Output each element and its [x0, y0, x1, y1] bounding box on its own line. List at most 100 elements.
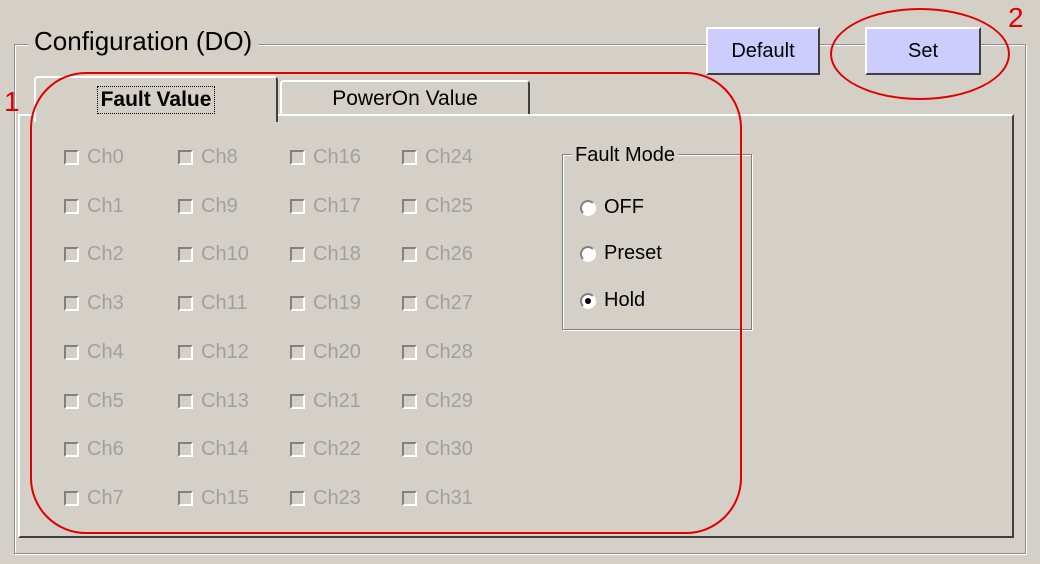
- channel-checkbox-ch19[interactable]: Ch19: [290, 292, 361, 314]
- channel-checkbox-ch31[interactable]: Ch31: [402, 487, 473, 509]
- checkbox-icon: [402, 490, 417, 506]
- checkbox-icon: [64, 295, 79, 311]
- channel-checkbox-ch28[interactable]: Ch28: [402, 341, 473, 363]
- channel-label: Ch17: [313, 194, 361, 217]
- checkbox-icon: [290, 149, 305, 165]
- channel-checkbox-ch11[interactable]: Ch11: [178, 292, 247, 314]
- channel-label: Ch16: [313, 145, 361, 168]
- channel-checkbox-ch6[interactable]: Ch6: [64, 438, 124, 460]
- channel-label: Ch5: [87, 389, 124, 412]
- radio-off[interactable]: OFF: [580, 196, 644, 219]
- channel-label: Ch7: [87, 486, 124, 509]
- checkbox-icon: [402, 295, 417, 311]
- checkbox-icon: [64, 246, 79, 262]
- fault-mode-title: Fault Mode: [572, 144, 679, 167]
- channel-label: Ch25: [425, 194, 473, 217]
- channel-label: Ch3: [87, 291, 124, 314]
- channel-label: Ch21: [313, 389, 361, 412]
- checkbox-icon: [402, 246, 417, 262]
- channel-label: Ch29: [425, 389, 473, 412]
- checkbox-icon: [64, 490, 79, 506]
- channel-checkbox-ch20[interactable]: Ch20: [290, 341, 361, 363]
- channel-label: Ch14: [201, 437, 249, 460]
- annotation-number-2: 2: [1008, 2, 1024, 33]
- channel-label: Ch22: [313, 437, 361, 460]
- channel-label: Ch12: [201, 340, 249, 363]
- channel-checkbox-ch26[interactable]: Ch26: [402, 243, 473, 265]
- channel-label: Ch8: [201, 145, 238, 168]
- channel-label: Ch20: [313, 340, 361, 363]
- checkbox-icon: [290, 295, 305, 311]
- checkbox-icon: [178, 393, 193, 409]
- checkbox-icon: [290, 246, 305, 262]
- tab-label: PowerOn Value: [332, 87, 478, 110]
- channel-label: Ch31: [425, 486, 473, 509]
- checkbox-icon: [64, 441, 79, 457]
- tab-fault-value[interactable]: Fault Value: [34, 76, 278, 122]
- set-button[interactable]: Set: [865, 27, 981, 75]
- channel-checkbox-ch2[interactable]: Ch2: [64, 243, 124, 265]
- channel-label: Ch6: [87, 437, 124, 460]
- annotation-number-1: 1: [4, 86, 20, 117]
- channel-label: Ch4: [87, 340, 124, 363]
- channel-checkbox-ch3[interactable]: Ch3: [64, 292, 124, 314]
- checkbox-icon: [290, 490, 305, 506]
- channel-label: Ch19: [313, 291, 361, 314]
- radio-hold[interactable]: Hold: [580, 289, 645, 312]
- checkbox-icon: [290, 393, 305, 409]
- channel-checkbox-ch18[interactable]: Ch18: [290, 243, 361, 265]
- checkbox-icon: [178, 246, 193, 262]
- checkbox-icon: [402, 344, 417, 360]
- channel-checkbox-ch30[interactable]: Ch30: [402, 438, 473, 460]
- channel-checkbox-ch27[interactable]: Ch27: [402, 292, 473, 314]
- channel-checkbox-ch4[interactable]: Ch4: [64, 341, 124, 363]
- checkbox-icon: [64, 393, 79, 409]
- channel-label: Ch26: [425, 242, 473, 265]
- tab-poweron-value[interactable]: PowerOn Value: [280, 80, 530, 116]
- channel-checkbox-ch21[interactable]: Ch21: [290, 390, 361, 412]
- channel-label: Ch13: [201, 389, 249, 412]
- radio-label: Preset: [604, 242, 662, 264]
- checkbox-icon: [178, 198, 193, 214]
- checkbox-icon: [178, 295, 193, 311]
- channel-checkbox-ch12[interactable]: Ch12: [178, 341, 249, 363]
- channel-label: Ch9: [201, 194, 238, 217]
- channel-checkbox-ch9[interactable]: Ch9: [178, 195, 238, 217]
- channel-label: Ch18: [313, 242, 361, 265]
- channel-checkbox-ch8[interactable]: Ch8: [178, 146, 238, 168]
- channel-checkbox-ch10[interactable]: Ch10: [178, 243, 249, 265]
- channel-checkbox-ch14[interactable]: Ch14: [178, 438, 249, 460]
- channel-label: Ch27: [425, 291, 473, 314]
- channel-checkbox-ch29[interactable]: Ch29: [402, 390, 473, 412]
- channel-checkbox-ch23[interactable]: Ch23: [290, 487, 361, 509]
- checkbox-icon: [178, 344, 193, 360]
- checkbox-icon: [402, 149, 417, 165]
- channel-label: Ch0: [87, 145, 124, 168]
- channel-checkbox-ch7[interactable]: Ch7: [64, 487, 124, 509]
- channel-checkbox-ch17[interactable]: Ch17: [290, 195, 361, 217]
- channel-label: Ch24: [425, 145, 473, 168]
- channel-checkbox-ch13[interactable]: Ch13: [178, 390, 249, 412]
- default-button[interactable]: Default: [706, 27, 820, 75]
- channel-checkbox-ch25[interactable]: Ch25: [402, 195, 473, 217]
- channel-checkbox-ch0[interactable]: Ch0: [64, 146, 124, 168]
- checkbox-icon: [402, 441, 417, 457]
- checkbox-icon: [178, 441, 193, 457]
- channel-checkbox-ch16[interactable]: Ch16: [290, 146, 361, 168]
- channel-label: Ch30: [425, 437, 473, 460]
- channel-label: Ch2: [87, 242, 124, 265]
- channel-checkbox-ch15[interactable]: Ch15: [178, 487, 249, 509]
- fault-value-tab-page: [18, 114, 1014, 538]
- checkbox-icon: [402, 393, 417, 409]
- radio-button-icon: [580, 199, 596, 216]
- groupbox-title: Configuration (DO): [28, 26, 259, 57]
- checkbox-icon: [290, 198, 305, 214]
- radio-preset[interactable]: Preset: [580, 242, 662, 265]
- channel-label: Ch15: [201, 486, 249, 509]
- checkbox-icon: [178, 149, 193, 165]
- channel-checkbox-ch5[interactable]: Ch5: [64, 390, 124, 412]
- channel-checkbox-ch1[interactable]: Ch1: [64, 195, 124, 217]
- channel-checkbox-ch22[interactable]: Ch22: [290, 438, 361, 460]
- channel-label: Ch10: [201, 242, 249, 265]
- channel-checkbox-ch24[interactable]: Ch24: [402, 146, 473, 168]
